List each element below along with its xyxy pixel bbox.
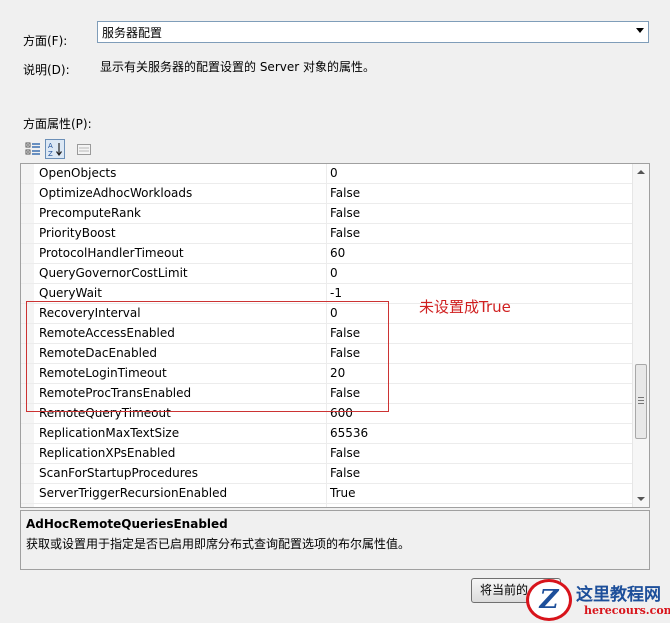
property-value[interactable]: False — [330, 224, 360, 243]
watermark-url: herecours.com — [584, 604, 670, 617]
property-name: OpenObjects — [39, 166, 117, 180]
property-row[interactable]: OpenObjects 0 — [21, 164, 632, 184]
property-name: OptimizeAdhocWorkloads — [39, 186, 193, 200]
property-pages-icon — [77, 144, 91, 155]
facet-select-value: 服务器配置 — [102, 25, 163, 40]
property-row[interactable]: SetWorkingSetSize False — [21, 504, 632, 507]
watermark: Z 这里教程网 herecours.com — [526, 577, 670, 623]
facet-label: 方面(F): — [23, 34, 68, 48]
scroll-down-icon[interactable] — [637, 497, 645, 501]
property-description-panel: AdHocRemoteQueriesEnabled 获取或设置用于指定是否已启用… — [20, 510, 650, 570]
property-name: QueryGovernorCostLimit — [39, 266, 188, 280]
scrollbar-thumb[interactable] — [635, 364, 647, 439]
description-text: 显示有关服务器的配置设置的 Server 对象的属性。 — [100, 60, 375, 74]
property-name: ReplicationMaxTextSize — [39, 426, 180, 440]
property-value[interactable]: False — [330, 464, 360, 483]
property-name: PriorityBoost — [39, 226, 116, 240]
property-row[interactable]: PriorityBoost False — [21, 224, 632, 244]
property-name: ServerTriggerRecursionEnabled — [39, 486, 228, 500]
scroll-up-icon[interactable] — [637, 170, 645, 174]
alphabetical-button[interactable]: A Z — [45, 139, 65, 159]
description-label: 说明(D): — [23, 63, 70, 77]
property-row[interactable]: ServerTriggerRecursionEnabled True — [21, 484, 632, 504]
categorized-icon — [25, 142, 40, 155]
chevron-down-icon[interactable] — [636, 28, 644, 33]
property-pages-button[interactable] — [74, 139, 94, 159]
property-row[interactable]: ScanForStartupProcedures False — [21, 464, 632, 484]
property-name: ProtocolHandlerTimeout — [39, 246, 184, 260]
property-name: ReplicationXPsEnabled — [39, 446, 176, 460]
property-value[interactable]: 65536 — [330, 424, 368, 443]
property-value[interactable]: 60 — [330, 244, 345, 263]
selected-property-description: 获取或设置用于指定是否已启用即席分布式查询配置选项的布尔属性值。 — [26, 537, 411, 551]
categorized-button[interactable] — [23, 139, 43, 159]
property-name: PrecomputeRank — [39, 206, 141, 220]
property-value[interactable]: True — [330, 484, 356, 503]
svg-text:Z: Z — [48, 150, 53, 157]
property-name: SetWorkingSetSize — [39, 504, 152, 507]
vertical-scrollbar[interactable] — [632, 164, 649, 507]
properties-label: 方面属性(P): — [23, 117, 92, 131]
property-row[interactable]: ProtocolHandlerTimeout 60 — [21, 244, 632, 264]
highlight-box — [26, 301, 389, 412]
watermark-title: 这里教程网 — [576, 585, 661, 605]
selected-property-name: AdHocRemoteQueriesEnabled — [26, 517, 228, 531]
property-value[interactable]: False — [330, 444, 360, 463]
property-value[interactable]: False — [330, 184, 360, 203]
property-name: ScanForStartupProcedures — [39, 466, 199, 480]
property-value[interactable]: 0 — [330, 164, 338, 183]
property-row[interactable]: OptimizeAdhocWorkloads False — [21, 184, 632, 204]
property-row[interactable]: ReplicationMaxTextSize 65536 — [21, 424, 632, 444]
property-value[interactable]: False — [330, 204, 360, 223]
alphabetical-sort-icon: A Z — [48, 142, 62, 157]
property-row[interactable]: ReplicationXPsEnabled False — [21, 444, 632, 464]
property-value[interactable]: 0 — [330, 264, 338, 283]
facet-select[interactable]: 服务器配置 — [97, 21, 649, 43]
property-row[interactable]: QueryGovernorCostLimit 0 — [21, 264, 632, 284]
svg-text:A: A — [48, 142, 53, 150]
watermark-logo: Z — [526, 579, 572, 621]
annotation-note: 未设置成True — [419, 298, 511, 316]
property-value[interactable]: False — [330, 504, 360, 507]
property-row[interactable]: PrecomputeRank False — [21, 204, 632, 224]
